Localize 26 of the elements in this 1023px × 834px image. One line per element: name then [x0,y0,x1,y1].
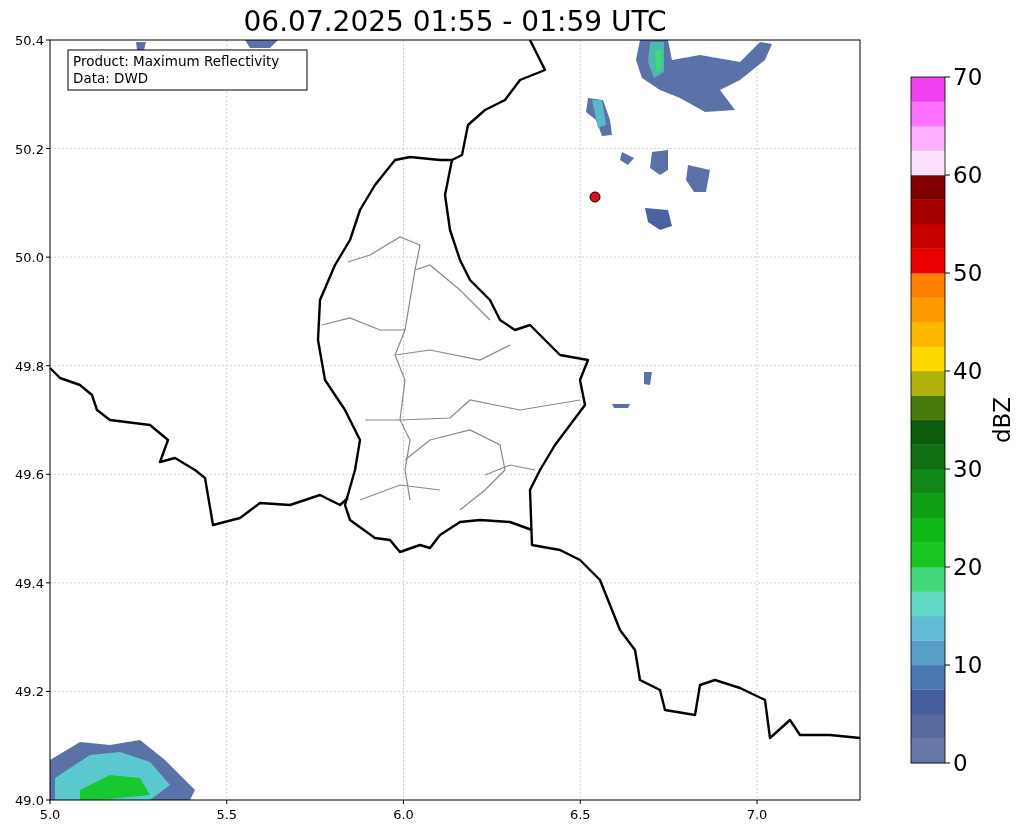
colorbar-tick-label: 70 [953,64,983,90]
x-tick-label: 5.0 [39,807,61,822]
colorbar-tick-label: 0 [953,750,968,776]
y-tick-label: 49.6 [15,467,44,483]
x-tick-label: 6.0 [393,807,414,822]
y-tick-label: 49.2 [15,684,44,700]
y-tick-label: 50.0 [15,250,44,266]
legend-text: Product: Maximum Reflectivity [73,53,280,69]
x-tick-label: 5.5 [216,807,238,822]
y-tick-label: 50.2 [15,141,44,157]
colorbar-tick-label: 10 [953,652,983,678]
x-tick-label: 7.0 [746,807,768,822]
colorbar-label: dBZ [989,396,1015,444]
y-tick-label: 49.8 [15,358,44,374]
colorbar-tick-label: 50 [953,260,983,286]
colorbar-tick-label: 20 [953,554,983,580]
legend-text: Data: DWD [73,70,149,86]
colorbar-tick-label: 60 [953,162,983,188]
colorbar-tick-label: 40 [953,358,983,384]
y-tick-label: 50.4 [15,33,44,48]
y-tick-label: 49.4 [15,575,44,591]
x-tick-label: 6.5 [569,807,591,822]
colorbar-tick-label: 30 [953,456,983,482]
location-marker [589,191,601,203]
y-tick-label: 49.0 [15,793,44,808]
chart-title: 06.07.2025 01:55 - 01:59 UTC [243,5,667,38]
